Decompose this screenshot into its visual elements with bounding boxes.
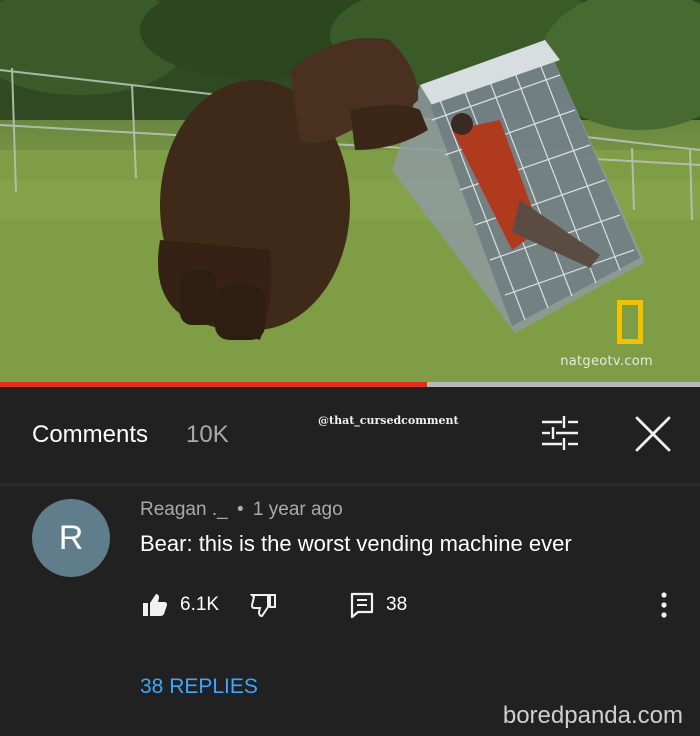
reply-button[interactable]: 38	[350, 590, 407, 620]
close-x-icon[interactable]	[634, 415, 672, 453]
thumbs-up-icon	[143, 594, 167, 616]
comments-header: Comments 10K @that_cursedcomment	[0, 387, 700, 483]
header-divider	[0, 483, 700, 486]
reply-comment-icon	[350, 592, 374, 618]
video-watermark: natgeotv.com	[560, 354, 653, 369]
video-player[interactable]: natgeotv.com	[0, 0, 700, 382]
comments-title: Comments	[32, 421, 149, 448]
reply-count: 38	[386, 594, 408, 615]
more-vertical-icon[interactable]	[654, 590, 674, 620]
video-frame-bear-cage	[0, 0, 700, 382]
like-count: 6.1K	[180, 594, 220, 615]
comments-count: 10K	[186, 421, 229, 448]
filter-sliders-icon[interactable]	[540, 415, 580, 451]
meta-separator: •	[236, 499, 244, 520]
comment-meta: Reagan ._ • 1 year ago	[140, 499, 343, 521]
view-replies-link[interactable]: 38 REPLIES	[140, 675, 258, 699]
like-button[interactable]: 6.1K	[142, 590, 219, 620]
natgeo-logo-icon	[617, 300, 643, 344]
comment-text: Bear: this is the worst vending machine …	[140, 531, 572, 556]
dislike-button[interactable]	[250, 590, 276, 620]
avatar[interactable]: R	[32, 499, 110, 577]
comment-time: 1 year ago	[252, 499, 343, 520]
avatar-letter: R	[58, 518, 84, 557]
boredpanda-watermark: boredpanda.com	[502, 702, 683, 729]
credit-watermark: @that_cursedcomment	[318, 414, 459, 427]
thumbs-down-icon	[250, 594, 276, 617]
comment-author[interactable]: Reagan ._	[140, 499, 228, 520]
